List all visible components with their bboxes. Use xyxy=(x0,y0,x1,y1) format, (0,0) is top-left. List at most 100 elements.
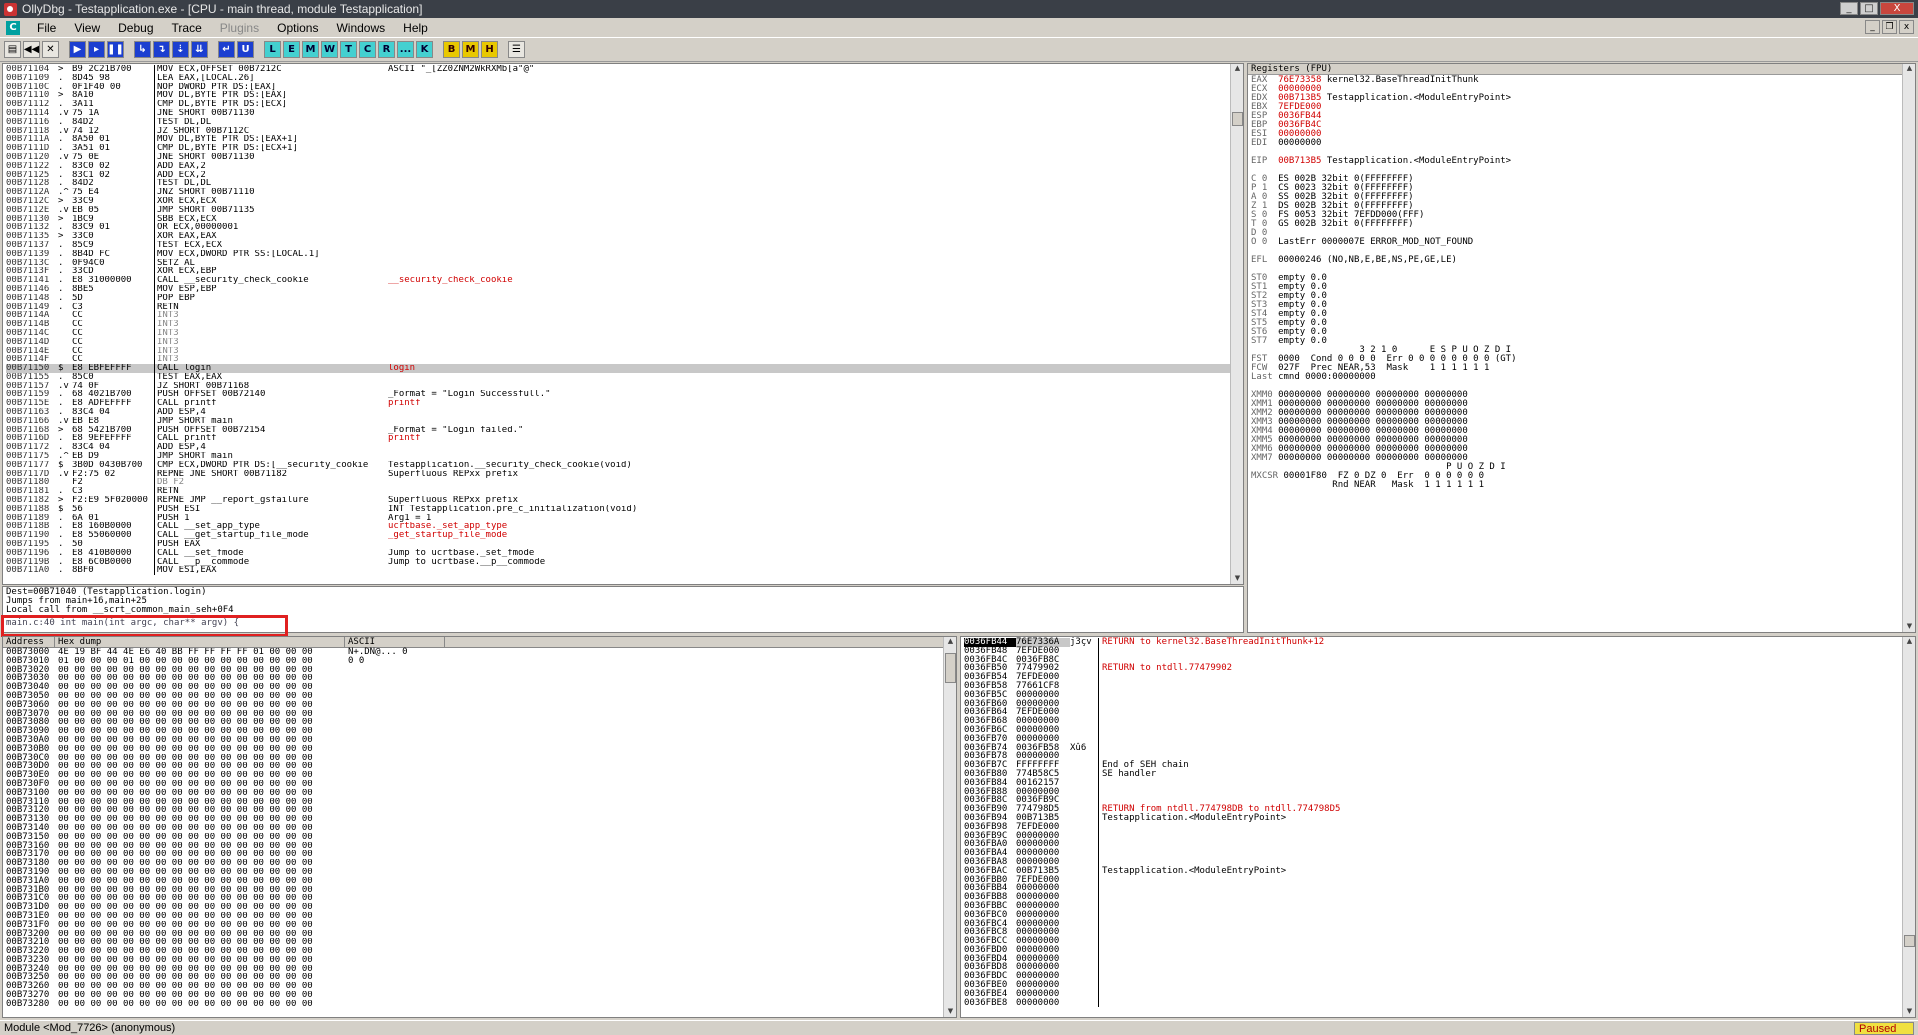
dump-row[interactable]: 00B73130 00 00 00 00 00 00 00 00 00 00 00… xyxy=(6,815,956,824)
disasm-row[interactable]: 00B71177 $3B0D 0430B700 CMP ECX,DWORD PTR… xyxy=(6,460,1243,470)
toolbar-M[interactable]: M xyxy=(302,41,319,58)
disasm-row[interactable]: 00B7114C CC INT3 xyxy=(6,328,1243,338)
pause-icon[interactable]: ❚❚ xyxy=(107,41,124,58)
trace-into-icon[interactable]: ⇣ xyxy=(172,41,189,58)
scroll-thumb[interactable] xyxy=(1904,935,1915,947)
stack-row[interactable]: 0036FB6C 00000000 xyxy=(964,726,1915,735)
dump-row[interactable]: 00B73080 00 00 00 00 00 00 00 00 00 00 00… xyxy=(6,718,956,727)
stack-row[interactable]: 0036FBD8 00000000 xyxy=(964,963,1915,973)
register-row[interactable]: EAX 76E73358 kernel32.BaseThreadInitThun… xyxy=(1251,76,1915,85)
disasm-row[interactable]: 00B71125 . 83C1 02 ADD ECX,2 xyxy=(6,170,1243,180)
register-row[interactable]: EBP 0036FB4C xyxy=(1251,121,1915,130)
dump-row[interactable]: 00B73210 00 00 00 00 00 00 00 00 00 00 00… xyxy=(6,938,956,947)
stack-row[interactable]: 0036FBB4 00000000 xyxy=(964,884,1915,894)
disasm-row[interactable]: 00B71168 >68 5421B700 PUSH OFFSET 00B7215… xyxy=(6,425,1243,435)
disasm-row[interactable]: 00B7118B . E8 160B0000 CALL __set_app_type… xyxy=(6,522,1243,532)
scroll-up-arrow-icon[interactable]: ▲ xyxy=(945,637,956,647)
scroll-down-arrow-icon[interactable]: ▼ xyxy=(1904,1007,1915,1017)
dump-row[interactable]: 00B731D0 00 00 00 00 00 00 00 00 00 00 00… xyxy=(6,903,956,912)
execute-till-return-icon[interactable]: ↵ xyxy=(218,41,235,58)
dump-col-ascii[interactable]: ASCII xyxy=(345,637,445,647)
stack-row[interactable]: 0036FBC4 00000000 xyxy=(964,919,1915,929)
open-icon[interactable]: ▤ xyxy=(4,41,21,58)
toolbar-L[interactable]: L xyxy=(264,41,281,58)
dump-col-address[interactable]: Address xyxy=(3,637,55,647)
stack-row[interactable]: 0036FB84 00162157 xyxy=(964,778,1915,788)
stack-row[interactable]: 0036FB74 0036FB58 Xû6 xyxy=(964,743,1915,753)
register-row[interactable]: ESP 0036FB44 xyxy=(1251,112,1915,121)
disasm-row[interactable]: 00B7112A .^ 75 E4 JNZ SHORT 00B71110 xyxy=(6,188,1243,197)
disasm-row[interactable]: 00B7115E . E8 ADFEFFFF CALL printf printf xyxy=(6,399,1243,409)
toolbar-W[interactable]: W xyxy=(321,41,338,58)
dump-row[interactable]: 00B730E0 00 00 00 00 00 00 00 00 00 00 00… xyxy=(6,771,956,780)
menu-debug[interactable]: Debug xyxy=(109,21,162,35)
dump-row[interactable]: 00B730B0 00 00 00 00 00 00 00 00 00 00 00… xyxy=(6,744,956,754)
disasm-row[interactable]: 00B71166 .v EB E8 JMP SHORT main xyxy=(6,416,1243,426)
stack-row[interactable]: 0036FB50 77479902 RETURN to ntdll.77479902 xyxy=(964,664,1915,674)
disasm-row[interactable]: 00B71110 >8A10 MOV DL,BYTE PTR DS:[EAX] xyxy=(6,91,1243,101)
dump-row[interactable]: 00B73110 00 00 00 00 00 00 00 00 00 00 00… xyxy=(6,797,956,807)
disasm-row[interactable]: 00B71109 . 8D45 98 LEA EAX,[LOCAL.26] xyxy=(6,73,1243,83)
menu-view[interactable]: View xyxy=(65,21,109,35)
disasm-row[interactable]: 00B7112E .v EB 05 JMP SHORT 00B71135 xyxy=(6,205,1243,215)
dump-row[interactable]: 00B730A0 00 00 00 00 00 00 00 00 00 00 00… xyxy=(6,736,956,745)
stack-row[interactable]: 0036FB58 77661CF8 xyxy=(964,682,1915,691)
disasm-row[interactable]: 00B71163 . 83C4 04 ADD ESP,4 xyxy=(6,408,1243,417)
stack-row[interactable]: 0036FB64 7EFDE000 xyxy=(964,708,1915,718)
disassembly-pane[interactable]: 00B71104 > B9 2C21B700 MOV ECX,OFFSET 00B7… xyxy=(2,63,1244,585)
disasm-row[interactable]: 00B71172 . 83C4 04 ADD ESP,4 xyxy=(6,443,1243,453)
dump-row[interactable]: 00B73100 00 00 00 00 00 00 00 00 00 00 00… xyxy=(6,788,956,798)
register-row[interactable]: EDX 00B713B5 Testapplication.<ModuleEntr… xyxy=(1251,94,1915,103)
stack-row[interactable]: 0036FBC8 00000000 xyxy=(964,928,1915,938)
dump-row[interactable]: 00B73120 00 00 00 00 00 00 00 00 00 00 00… xyxy=(6,806,956,815)
disasm-row[interactable]: 00B7113F . 33CD XOR ECX,EBP xyxy=(6,267,1243,277)
dump-row[interactable]: 00B73190 00 00 00 00 00 00 00 00 00 00 00… xyxy=(6,868,956,877)
minimize-button[interactable]: _ xyxy=(1840,2,1858,15)
dump-row[interactable]: 00B731E0 00 00 00 00 00 00 00 00 00 00 00… xyxy=(6,912,956,921)
menu-trace[interactable]: Trace xyxy=(163,21,211,35)
disasm-row[interactable]: 00B71175 .^ EB D9 JMP SHORT main xyxy=(6,452,1243,461)
disasm-row[interactable]: 00B71132 . 83C9 01 OR ECX,00000001 xyxy=(6,223,1243,233)
dump-row[interactable]: 00B73090 00 00 00 00 00 00 00 00 00 00 00… xyxy=(6,727,956,736)
dump-row[interactable]: 00B73200 00 00 00 00 00 00 00 00 00 00 00… xyxy=(6,929,956,939)
disasm-row[interactable]: 00B7114B CC INT3 xyxy=(6,320,1243,329)
dump-row[interactable]: 00B730C0 00 00 00 00 00 00 00 00 00 00 00… xyxy=(6,753,956,763)
toolbar-R[interactable]: R xyxy=(378,41,395,58)
dump-row[interactable]: 00B73160 00 00 00 00 00 00 00 00 00 00 00… xyxy=(6,841,956,851)
menu-windows[interactable]: Windows xyxy=(327,21,394,35)
register-row[interactable] xyxy=(1251,265,1915,274)
stack-pane[interactable]: 0036FB44 76E7336A j3çv RETURN to kernel32.B… xyxy=(960,636,1916,1018)
register-row[interactable]: ESI 00000000 xyxy=(1251,130,1915,139)
disasm-row[interactable]: 00B71188 $56 PUSH ESI INT Testapplication.… xyxy=(6,504,1243,514)
disasm-row[interactable]: 00B71128 . 84D2 TEST DL,DL xyxy=(6,179,1243,189)
dump-row[interactable]: 00B73180 00 00 00 00 00 00 00 00 00 00 00… xyxy=(6,859,956,868)
disasm-row[interactable]: 00B71157 .v 74 0F JZ SHORT 00B71168 xyxy=(6,381,1243,391)
disasm-row[interactable]: 00B71190 . E8 55060000 CALL __get_startup_… xyxy=(6,531,1243,541)
close-icon[interactable]: ✕ xyxy=(42,41,59,58)
restart-icon[interactable]: ◀◀ xyxy=(23,41,40,58)
run-thread-icon[interactable]: ▸ xyxy=(88,41,105,58)
disasm-row[interactable]: 00B7116D . E8 9EFEFFFF CALL printf printf xyxy=(6,434,1243,444)
dump-row[interactable]: 00B73010 01 00 00 00 01 00 00 00 00 00 00… xyxy=(6,656,956,666)
register-row[interactable]: ST3 empty 0.0 xyxy=(1251,301,1915,310)
dump-row[interactable]: 00B73040 00 00 00 00 00 00 00 00 00 00 00… xyxy=(6,683,956,692)
dump-row[interactable]: 00B73270 00 00 00 00 00 00 00 00 00 00 00… xyxy=(6,991,956,1000)
register-row[interactable]: EFL 00000246 (NO,NB,E,BE,NS,PE,GE,LE) xyxy=(1251,256,1915,265)
register-row[interactable]: T 0 GS 002B 32bit 0(FFFFFFFF) xyxy=(1251,220,1915,229)
dump-row[interactable]: 00B73140 00 00 00 00 00 00 00 00 00 00 00… xyxy=(6,824,956,833)
toolbar-C[interactable]: C xyxy=(359,41,376,58)
dump-row[interactable]: 00B731B0 00 00 00 00 00 00 00 00 00 00 00… xyxy=(6,885,956,895)
mdi-close-button[interactable]: x xyxy=(1899,20,1914,34)
dump-row[interactable]: 00B73250 00 00 00 00 00 00 00 00 00 00 00… xyxy=(6,973,956,982)
dump-row[interactable]: 00B73240 00 00 00 00 00 00 00 00 00 00 00… xyxy=(6,964,956,974)
disasm-row[interactable]: 00B71195 . 50 PUSH EAX xyxy=(6,540,1243,549)
dump-row[interactable]: 00B731C0 00 00 00 00 00 00 00 00 00 00 00… xyxy=(6,894,956,903)
registers-scrollbar[interactable]: ▲ ▼ xyxy=(1902,64,1915,632)
dump-col-hex[interactable]: Hex dump xyxy=(55,637,345,647)
dump-row[interactable]: 00B73070 00 00 00 00 00 00 00 00 00 00 00… xyxy=(6,709,956,719)
toolbar-M2[interactable]: M xyxy=(462,41,479,58)
stack-row[interactable]: 0036FBD4 00000000 xyxy=(964,954,1915,964)
toolbar-T[interactable]: T xyxy=(340,41,357,58)
stack-row[interactable]: 0036FB98 7EFDE000 xyxy=(964,822,1915,832)
stack-row[interactable]: 0036FBE4 00000000 xyxy=(964,989,1915,999)
